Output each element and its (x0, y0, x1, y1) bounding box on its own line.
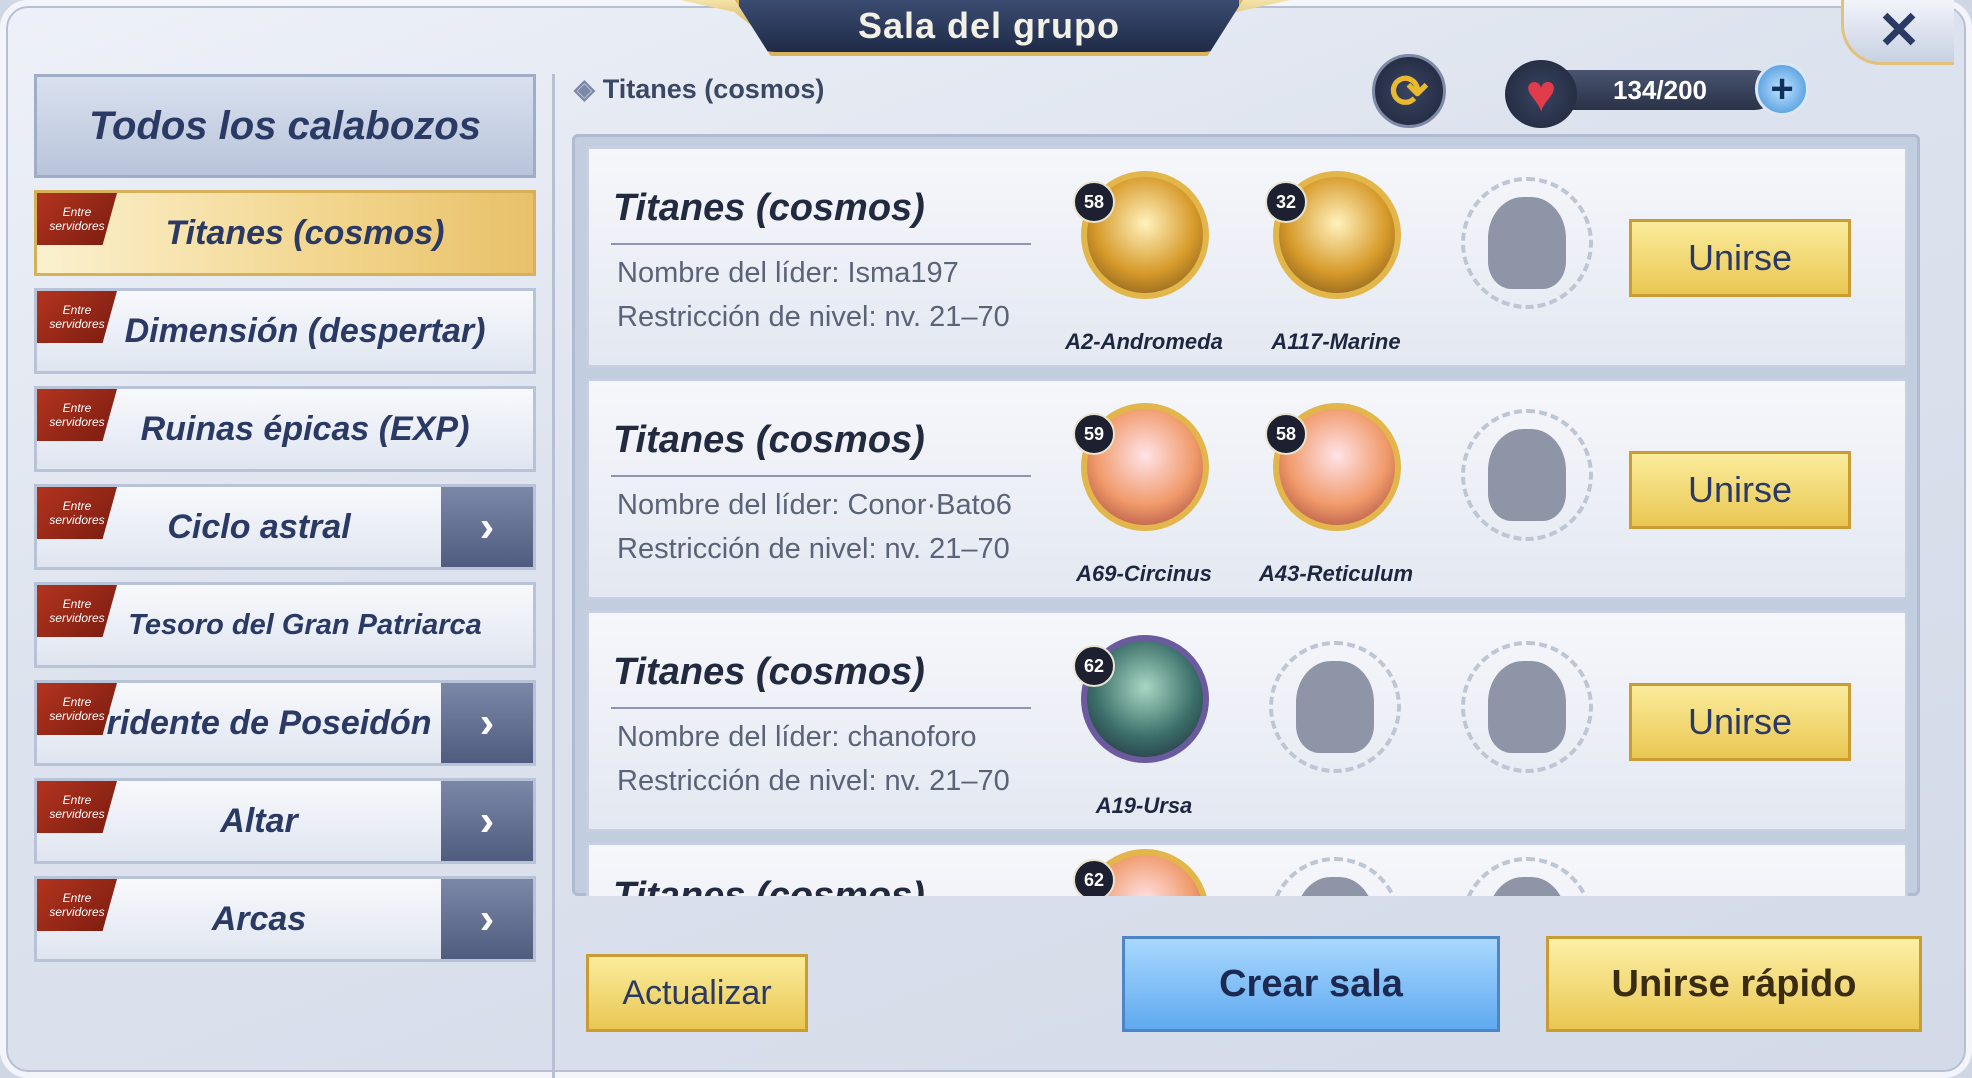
member-slot: 32 A117-Marine (1261, 171, 1411, 361)
room-leader: Nombre del líder: Isma197 (617, 257, 959, 289)
sidebar-item-label: Ruinas épicas (EXP) (140, 409, 470, 448)
level-badge: 62 (1073, 859, 1115, 896)
empty-slot (1461, 409, 1593, 541)
breadcrumb: ◈ Titanes (cosmos) (574, 74, 824, 105)
member-slot: 59 A69-Circinus (1069, 403, 1219, 593)
join-button[interactable]: Unirse (1629, 451, 1851, 529)
quick-join-button[interactable]: Unirse rápido (1546, 936, 1922, 1032)
sidebar-item-ciclo-astral[interactable]: Entre servidores Ciclo astral › (34, 484, 536, 570)
member-slot: 62 A19-Ursa (1069, 635, 1219, 825)
dungeon-sidebar: Todos los calabozos Entre servidores Tita… (34, 74, 536, 962)
room-card: Titanes (cosmos) Nombre del líder: Conor… (586, 378, 1908, 600)
chevron-right-icon[interactable]: › (441, 781, 533, 861)
sidebar-item-label: Dimensión (despertar) (124, 311, 486, 350)
sidebar-item-label: Tesoro del Gran Patriarca (128, 608, 482, 641)
heart-icon: ♥ (1505, 60, 1577, 128)
energy-value: 134/200 (1545, 70, 1775, 110)
sidebar-item-tesoro[interactable]: Entre servidores Tesoro del Gran Patriarc… (34, 582, 536, 668)
room-card: Titanes (cosmos) Nombre del líder: Isma1… (586, 146, 1908, 368)
silhouette-icon (1488, 661, 1566, 753)
create-room-button[interactable]: Crear sala (1122, 936, 1500, 1032)
room-card: Titanes (cosmos) Nombre del líder: chano… (586, 610, 1908, 832)
room-leader: Nombre del líder: Conor·Bato6 (617, 489, 1012, 521)
member-name: A2-Andromeda (1065, 329, 1223, 354)
member-slot: 58 A43-Reticulum (1259, 403, 1413, 593)
sidebar-item-altar[interactable]: Entre servidores Altar › (34, 778, 536, 864)
sidebar-item-dimension[interactable]: Entre servidores Dimensión (despertar) (34, 288, 536, 374)
all-dungeons-button[interactable]: Todos los calabozos (34, 74, 536, 178)
sidebar-item-titanes[interactable]: Entre servidores Titanes (cosmos) (34, 190, 536, 276)
member-name: A19-Ursa (1095, 793, 1193, 818)
chevron-right-icon[interactable]: › (441, 879, 533, 959)
join-button[interactable]: Unirse (1629, 683, 1851, 761)
chevron-right-icon[interactable]: › (441, 683, 533, 763)
join-button[interactable]: Unirse (1629, 219, 1851, 297)
sidebar-item-tridente[interactable]: Entre servidores Tridente de Poseidón › (34, 680, 536, 766)
empty-slot (1269, 641, 1401, 773)
diamond-icon: ◈ (574, 74, 595, 104)
energy-counter: 134/200 ♥ + (1505, 60, 1809, 128)
room-level-restriction: Restricción de nivel: nv. 21–70 (617, 765, 1010, 797)
divider (611, 475, 1031, 477)
room-list[interactable]: Titanes (cosmos) Nombre del líder: Isma1… (572, 134, 1920, 896)
room-title: Titanes (cosmos) (613, 187, 925, 229)
room-card: Titanes (cosmos) 62 (586, 842, 1908, 896)
level-badge: 58 (1073, 181, 1115, 223)
close-icon: ✕ (1877, 2, 1921, 60)
member-name: A43-Reticulum (1258, 561, 1414, 586)
sidebar-divider (552, 74, 555, 1078)
room-title: Titanes (cosmos) (613, 419, 925, 461)
title-plate: Sala del grupo (735, 0, 1243, 56)
refresh-button[interactable]: Actualizar (586, 954, 808, 1032)
sidebar-item-ruinas[interactable]: Entre servidores Ruinas épicas (EXP) (34, 386, 536, 472)
empty-slot (1461, 857, 1593, 896)
breadcrumb-label: Titanes (cosmos) (602, 74, 825, 104)
sidebar-item-arcas[interactable]: Entre servidores Arcas › (34, 876, 536, 962)
silhouette-icon (1296, 877, 1374, 896)
level-badge: 62 (1073, 645, 1115, 687)
member-name: A69-Circinus (1076, 561, 1212, 586)
plus-icon[interactable]: + (1755, 62, 1809, 116)
empty-slot (1269, 857, 1401, 896)
level-badge: 32 (1265, 181, 1307, 223)
room-leader: Nombre del líder: chanoforo (617, 721, 977, 753)
divider (611, 707, 1031, 709)
member-slot: 62 (1069, 849, 1219, 896)
member-slot: 58 A2-Andromeda (1065, 171, 1223, 361)
level-badge: 59 (1073, 413, 1115, 455)
dialog-title: Sala del grupo (857, 5, 1121, 46)
close-button[interactable]: ✕ (1841, 0, 1954, 65)
chevron-right-icon[interactable]: › (441, 487, 533, 567)
room-title: Titanes (cosmos) (613, 875, 925, 896)
dialog-frame: Sala del grupo ✕ Todos los calabozos Ent… (0, 0, 1972, 1078)
room-level-restriction: Restricción de nivel: nv. 21–70 (617, 533, 1010, 565)
empty-slot (1461, 641, 1593, 773)
refresh-icon[interactable]: ⟳ (1372, 54, 1446, 128)
silhouette-icon (1488, 197, 1566, 289)
member-name: A117-Marine (1271, 329, 1401, 354)
silhouette-icon (1488, 429, 1566, 521)
sidebar-item-label: Titanes (cosmos) (165, 213, 445, 252)
room-level-restriction: Restricción de nivel: nv. 21–70 (617, 301, 1010, 333)
divider (611, 243, 1031, 245)
room-title: Titanes (cosmos) (613, 651, 925, 693)
silhouette-icon (1488, 877, 1566, 896)
silhouette-icon (1296, 661, 1374, 753)
level-badge: 58 (1265, 413, 1307, 455)
empty-slot (1461, 177, 1593, 309)
